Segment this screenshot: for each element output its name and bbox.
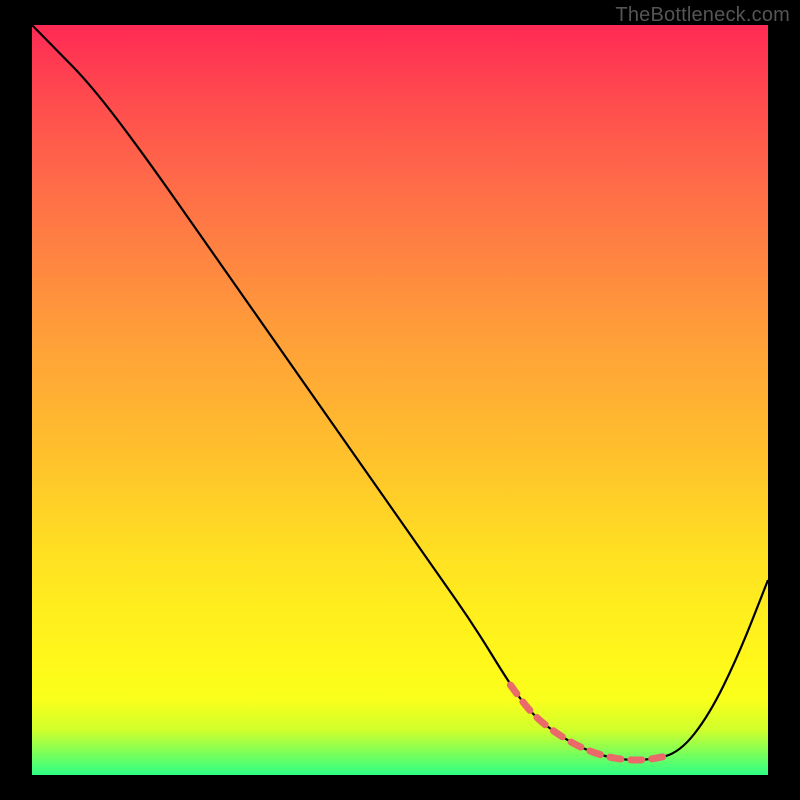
bottleneck-curve-svg [32,25,768,775]
bottleneck-curve-path [32,25,768,760]
chart-frame [32,25,768,775]
bottleneck-highlight-dash [510,685,665,760]
credit-text: TheBottleneck.com [615,4,790,27]
